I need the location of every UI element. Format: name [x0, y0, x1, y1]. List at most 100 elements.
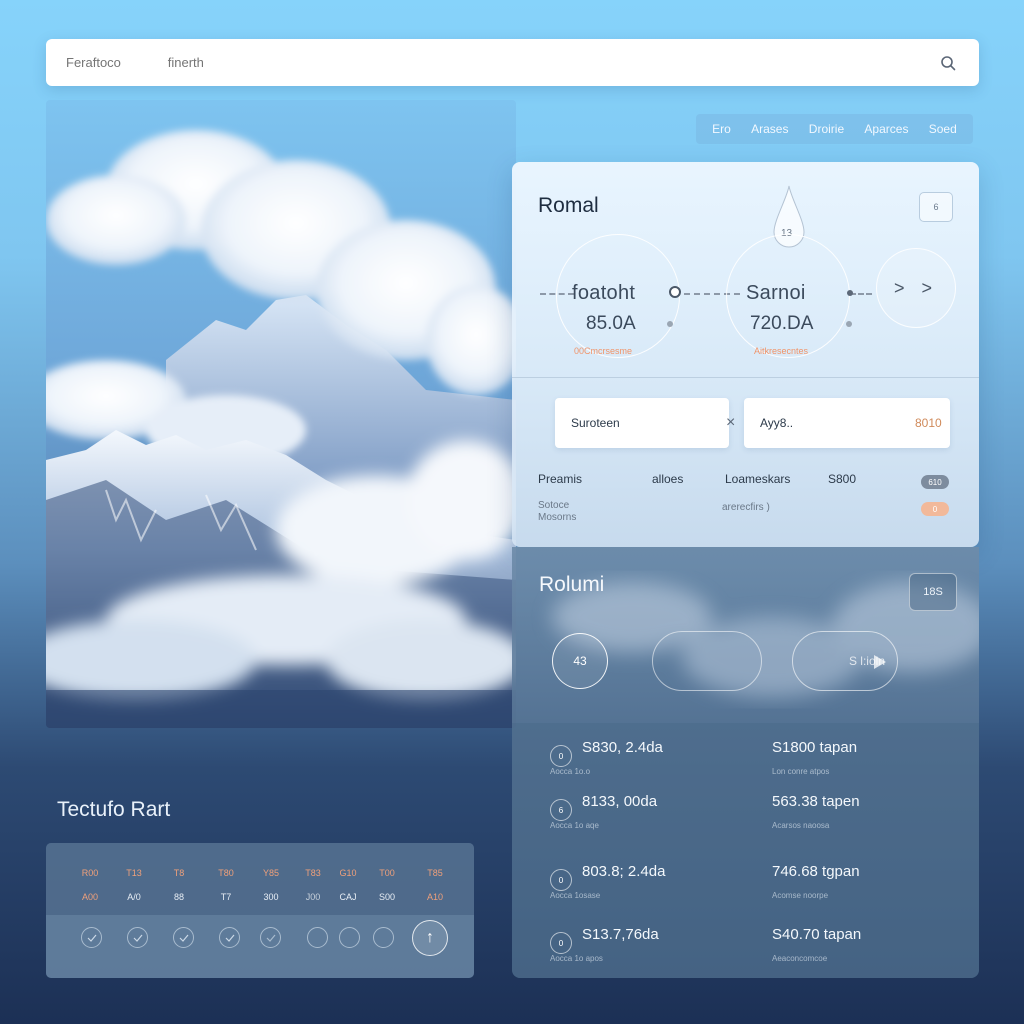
search-input[interactable] — [66, 55, 937, 70]
meta-col-4: S800 — [828, 472, 857, 486]
row-right-sub: Acomse noorpe — [772, 891, 829, 900]
dot — [847, 290, 853, 296]
value-cell: 88 — [173, 892, 184, 902]
dash-line — [540, 293, 574, 295]
row-icon: 0 — [550, 869, 572, 891]
header-cell: Y85 — [262, 868, 279, 878]
card-title: Rolumi — [539, 573, 605, 596]
row-right-sub: Lon conre atpos — [772, 767, 830, 776]
location-input[interactable] — [571, 416, 726, 430]
gauge-left-value: 85.0A — [586, 313, 636, 334]
meta-col-2: alloes — [652, 472, 684, 486]
header-cell: T13 — [126, 868, 142, 878]
meta-col-1: Preamis — [538, 472, 583, 486]
row-icon: 0 — [550, 745, 572, 767]
divider — [512, 377, 979, 378]
row-main: S830, 2.4da — [582, 739, 663, 756]
table-head: R00 T13 T8 T80 Y85 T83 G10 T00 T85 A00 A… — [46, 843, 474, 915]
transactions-card: Rolumi 18S 43 S l:ioln 0 S830, 2.4da Aoc… — [512, 547, 979, 978]
row-main-sub: Aocca 1o.o — [550, 767, 591, 776]
row-right-sub: Aeaconcomcoe — [772, 954, 828, 963]
check-icon[interactable] — [339, 927, 360, 948]
amount-value: 8010 — [915, 416, 942, 430]
list-item[interactable]: 6 8133, 00da Aocca 1o aqe 563.38 tapen A… — [550, 793, 969, 833]
hero-mountain-image — [46, 100, 516, 728]
row-main: 803.8; 2.4da — [582, 863, 666, 880]
row-main-sub: Aocca 1o aqe — [550, 821, 599, 830]
track-pill[interactable] — [652, 631, 762, 691]
header-cell: T8 — [173, 868, 185, 878]
row-main: 8133, 00da — [582, 793, 658, 810]
header-cell: T00 — [379, 868, 395, 878]
check-icon[interactable] — [173, 927, 194, 948]
check-icon[interactable] — [373, 927, 394, 948]
check-icon[interactable] — [307, 927, 328, 948]
row-icon: 6 — [550, 799, 572, 821]
meta-sub-line: Sotoce — [538, 500, 570, 511]
check-icon[interactable] — [127, 927, 148, 948]
value-cell: 300 — [263, 892, 279, 902]
gauge-right-sub: Aitkresecntes — [754, 346, 809, 356]
location-field: × — [555, 398, 735, 448]
row-right-sub: Acarsos naoosa — [772, 821, 830, 830]
header-cell: T83 — [305, 868, 321, 878]
check-icon[interactable] — [81, 927, 102, 948]
play-icon — [874, 655, 886, 669]
row-right: 746.68 tgpan — [772, 863, 860, 880]
list-item[interactable]: 0 803.8; 2.4da Aocca 1osase 746.68 tgpan… — [550, 863, 969, 903]
next-button[interactable]: > > — [876, 248, 956, 328]
corner-badge[interactable]: 6 — [919, 192, 953, 222]
gauge-right-value: 720.DA — [750, 313, 814, 334]
search-bar — [46, 39, 979, 86]
circle-control[interactable]: 43 — [552, 633, 608, 689]
list-item[interactable]: 0 S830, 2.4da Aocca 1o.o S1800 tapan Lon… — [550, 739, 969, 779]
row-main-sub: Aocca 1osase — [550, 891, 601, 900]
search-icon[interactable] — [937, 52, 959, 74]
play-pill[interactable]: S l:ioln — [792, 631, 898, 691]
chevron-right-icon: > > — [893, 277, 939, 298]
dot — [846, 321, 852, 327]
upload-button[interactable]: ↑ — [412, 920, 448, 956]
value-cell: T7 — [220, 892, 232, 902]
gauge-left-sub: 00Cmcrsesme — [574, 346, 633, 356]
row-right: 563.38 tapen — [772, 793, 860, 810]
nav-item[interactable]: Aparces — [864, 122, 908, 136]
header-cell: G10 — [339, 868, 357, 878]
header-cell: T80 — [218, 868, 234, 878]
meta-sub-line: Mosorns — [538, 512, 577, 523]
nav-item[interactable]: Soed — [929, 122, 957, 136]
nav-item[interactable]: Droirie — [809, 122, 844, 136]
check-icon[interactable] — [219, 927, 240, 948]
meta-col-3: Loameskars — [725, 472, 791, 486]
row-right: S40.70 tapan — [772, 926, 862, 943]
amount-field: 8010 — [744, 398, 950, 448]
top-nav: Ero Arases Droirie Aparces Soed — [696, 114, 973, 144]
corner-badge[interactable]: 18S — [909, 573, 957, 611]
nav-item[interactable]: Arases — [751, 122, 788, 136]
card-title: Romal — [538, 194, 599, 217]
section-title: Tectufo Rart — [57, 798, 171, 821]
value-cell: CAJ — [339, 892, 357, 902]
meta-sub-2: arerecfirs ) — [722, 502, 770, 513]
status-pill[interactable]: 610 — [921, 475, 949, 489]
arrow-up-icon: ↑ — [426, 929, 434, 946]
status-pill-accent[interactable]: 0 — [921, 502, 949, 516]
nav-item[interactable]: Ero — [712, 122, 731, 136]
check-icon[interactable] — [260, 927, 281, 948]
dash-line — [850, 293, 872, 295]
header-cell: R00 — [81, 868, 99, 878]
transaction-list: 0 S830, 2.4da Aocca 1o.o S1800 tapan Lon… — [512, 723, 979, 978]
table-footer — [46, 915, 474, 978]
value-cell: J00 — [305, 892, 321, 902]
value-cell: A/0 — [127, 892, 141, 902]
close-icon[interactable]: × — [726, 414, 735, 432]
list-item[interactable]: 0 S13.7,76da Aocca 1o apos S40.70 tapan … — [550, 926, 969, 966]
value-cell: S00 — [378, 892, 395, 902]
value-cell: A00 — [81, 892, 98, 902]
row-right: S1800 tapan — [772, 739, 858, 756]
amount-input[interactable] — [760, 416, 915, 430]
row-main-sub: Aocca 1o apos — [550, 954, 603, 963]
weather-card: Romal 6 13 foatoht 85.0A 00Cmcrsesme Sar… — [512, 162, 979, 547]
row-icon: 0 — [550, 932, 572, 954]
gauge-left-knob[interactable] — [669, 286, 681, 298]
